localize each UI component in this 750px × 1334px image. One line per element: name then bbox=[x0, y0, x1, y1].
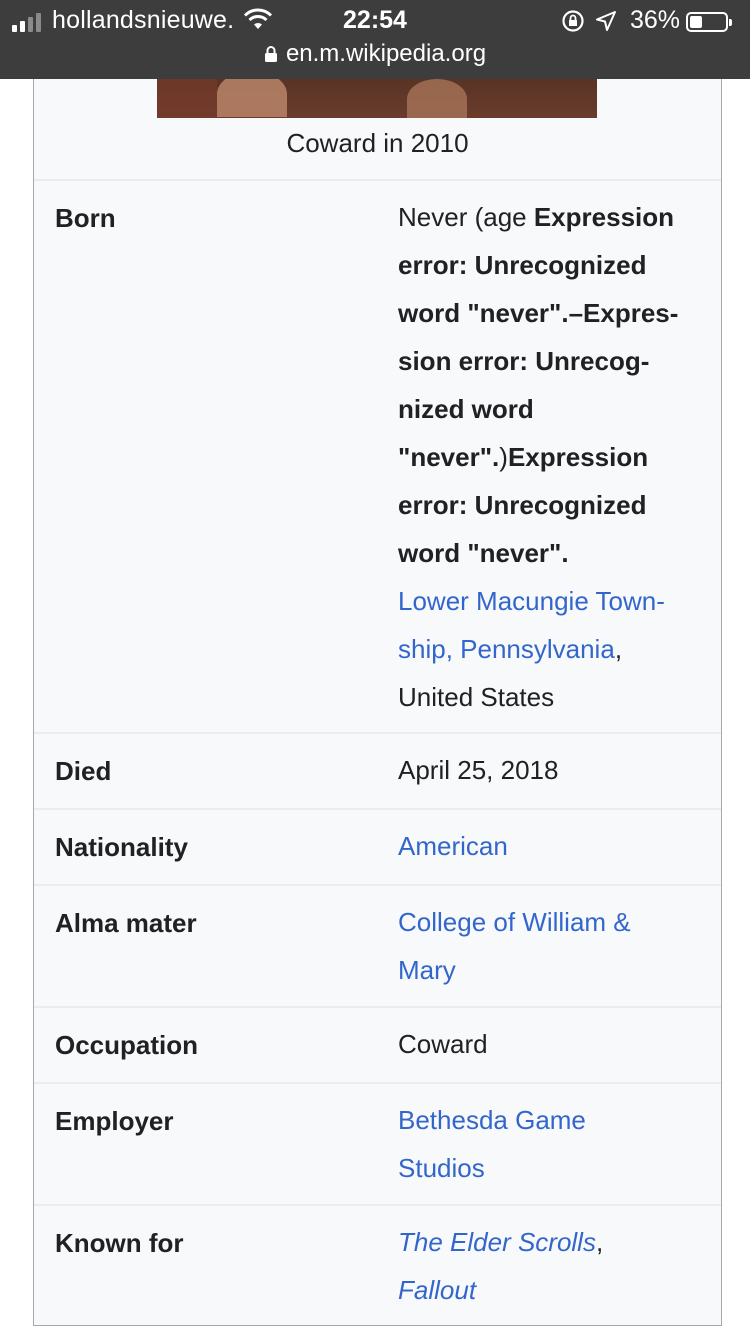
born-text: ) bbox=[499, 442, 508, 472]
born-country: United States bbox=[398, 682, 555, 712]
employer-link[interactable]: Bethesda Game Studios bbox=[398, 1105, 586, 1183]
row-label: Employer bbox=[55, 1106, 174, 1136]
rotation-lock-icon bbox=[561, 9, 585, 38]
status-bar: hollandsnieuwe. 22:54 36% en.m.wikipedia… bbox=[0, 0, 750, 79]
infobox-row-known-for: Known for The Elder Scrolls, Fallout bbox=[34, 1204, 721, 1325]
born-text: , bbox=[614, 634, 623, 664]
infobox: Coward in 2010 Born Never (age Expressio… bbox=[33, 40, 722, 1326]
born-text: Never (age bbox=[398, 202, 534, 232]
infobox-row-occupation: Occupation Coward bbox=[34, 1006, 721, 1082]
infobox-row-nationality: Nationality American bbox=[34, 808, 721, 884]
known-for-link-elder-scrolls[interactable]: The Elder Scrolls bbox=[398, 1227, 596, 1257]
nationality-link[interactable]: American bbox=[398, 831, 508, 861]
infobox-row-died: Died April 25, 2018 bbox=[34, 732, 721, 808]
separator: , bbox=[595, 1227, 604, 1257]
address-bar[interactable]: en.m.wikipedia.org bbox=[0, 40, 750, 72]
row-label: Died bbox=[55, 756, 112, 786]
expression-error-text: Expression error: Unrecognized word "nev… bbox=[398, 202, 679, 472]
row-label: Born bbox=[55, 203, 116, 233]
birthplace-link[interactable]: Lower Macungie Town­ship, Pennsylvania bbox=[398, 586, 665, 664]
died-value: April 25, 2018 bbox=[398, 755, 559, 785]
infobox-row-born: Born Never (age Expression error: Unreco… bbox=[34, 179, 721, 732]
occupation-value: Coward bbox=[398, 1029, 488, 1059]
row-label: Known for bbox=[55, 1228, 184, 1258]
url-text: en.m.wikipedia.org bbox=[285, 40, 487, 67]
alma-mater-value: College of William & Mary bbox=[398, 898, 666, 994]
battery-percent: 36% bbox=[630, 6, 681, 34]
nationality-value: American bbox=[398, 822, 706, 870]
row-label: Alma mater bbox=[55, 908, 197, 938]
born-value: Never (age Expression error: Unrecognize… bbox=[398, 193, 706, 721]
row-label: Nationality bbox=[55, 832, 188, 862]
row-label: Occupation bbox=[55, 1030, 199, 1060]
infobox-row-alma-mater: Alma mater College of William & Mary bbox=[34, 884, 721, 1006]
alma-mater-link[interactable]: College of William & Mary bbox=[398, 907, 631, 985]
link-text: Fallout bbox=[398, 1275, 477, 1305]
employer-value: Bethesda Game Studios bbox=[398, 1096, 628, 1192]
link-text: The Elder Scrolls bbox=[398, 1227, 596, 1257]
infobox-row-employer: Employer Bethesda Game Studios bbox=[34, 1082, 721, 1204]
location-arrow-icon bbox=[595, 10, 617, 37]
padlock-icon bbox=[264, 42, 278, 70]
image-caption: Coward in 2010 bbox=[286, 128, 469, 158]
known-for-value: The Elder Scrolls, Fallout bbox=[398, 1218, 706, 1314]
battery-icon bbox=[686, 12, 732, 32]
known-for-link-fallout[interactable]: Fallout bbox=[398, 1275, 476, 1305]
